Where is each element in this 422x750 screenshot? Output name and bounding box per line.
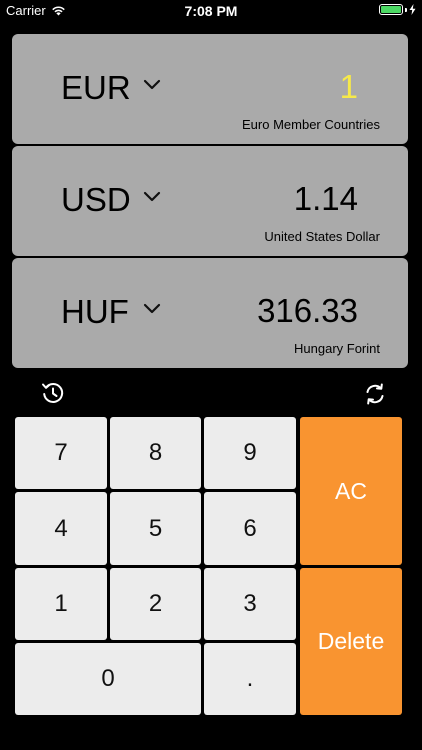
currency-code[interactable]: HUF [61,294,129,330]
key-8[interactable]: 8 [110,417,201,489]
currency-row-eur[interactable]: EUR 1 Euro Member Countries [12,34,408,144]
clear-button[interactable]: AC [300,417,402,565]
key-7[interactable]: 7 [15,417,107,489]
key-4[interactable]: 4 [15,492,107,565]
currency-value[interactable]: 316.33 [257,292,358,330]
currency-row-usd[interactable]: USD 1.14 United States Dollar [12,146,408,256]
status-time: 7:08 PM [184,3,238,19]
currency-value[interactable]: 1.14 [294,180,358,218]
currency-row-huf[interactable]: HUF 316.33 Hungary Forint [12,258,408,368]
currency-code[interactable]: USD [61,182,131,218]
status-bar: Carrier 7:08 PM [0,0,422,22]
delete-button[interactable]: Delete [300,568,402,715]
chevron-down-icon[interactable] [143,303,161,315]
key-decimal[interactable]: . [204,643,296,715]
currency-name: United States Dollar [264,229,380,244]
key-3[interactable]: 3 [204,568,296,640]
battery-indicator [379,4,416,15]
key-6[interactable]: 6 [204,492,296,565]
refresh-icon[interactable] [362,381,388,407]
key-0[interactable]: 0 [15,643,201,715]
chevron-down-icon[interactable] [143,79,161,91]
battery-level [381,6,401,13]
battery-tip [405,7,407,12]
key-9[interactable]: 9 [204,417,296,489]
currency-name: Hungary Forint [294,341,380,356]
charging-bolt-icon [409,4,416,15]
currency-value[interactable]: 1 [340,68,358,106]
currency-code[interactable]: EUR [61,70,131,106]
history-icon[interactable] [40,380,66,406]
battery-icon [379,4,403,15]
key-2[interactable]: 2 [110,568,201,640]
key-5[interactable]: 5 [110,492,201,565]
chevron-down-icon[interactable] [143,191,161,203]
key-1[interactable]: 1 [15,568,107,640]
currency-name: Euro Member Countries [242,117,380,132]
